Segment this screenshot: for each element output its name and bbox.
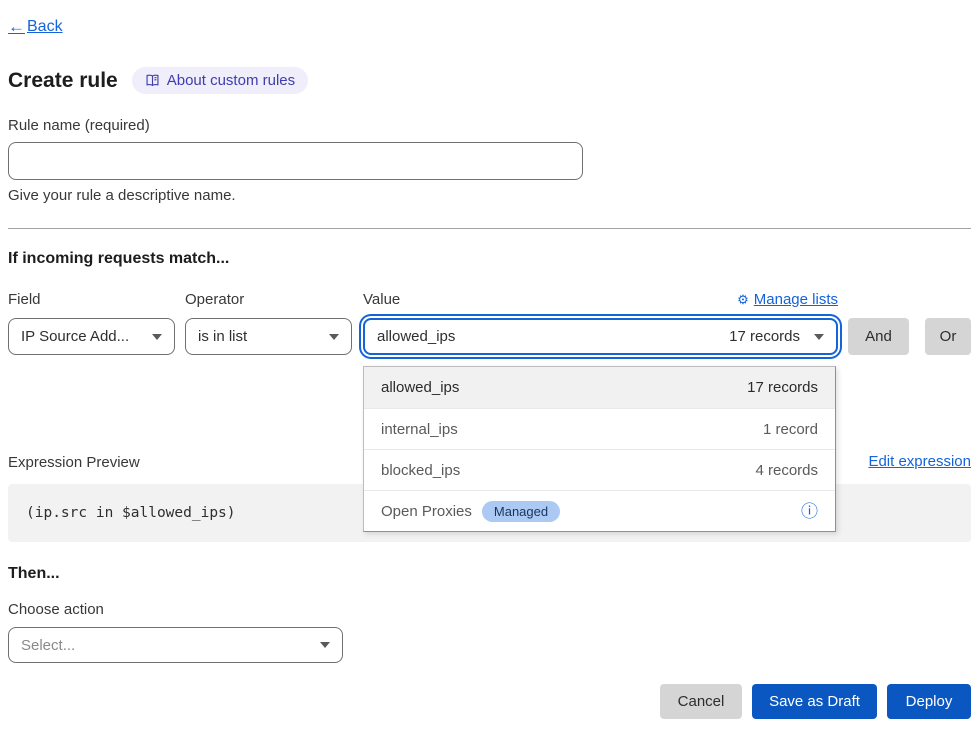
list-item-allowed-ips[interactable]: allowed_ips 17 records (364, 367, 835, 408)
save-as-draft-button[interactable]: Save as Draft (752, 684, 877, 719)
list-name: blocked_ips (381, 462, 460, 479)
action-select-placeholder: Select... (21, 637, 75, 654)
cancel-button[interactable]: Cancel (660, 684, 742, 719)
operator-label: Operator (185, 291, 244, 308)
manage-lists-link[interactable]: ⚙ Manage lists (728, 291, 838, 308)
info-icon[interactable]: ⓘ (801, 503, 818, 520)
list-item-blocked-ips[interactable]: blocked_ips 4 records (364, 449, 835, 490)
rule-name-helper-text: Give your rule a descriptive name. (8, 187, 236, 204)
create-rule-page: ← Back Create rule About custom rules Ru… (0, 0, 979, 739)
value-select[interactable]: allowed_ips 17 records (363, 318, 838, 355)
value-select-value: allowed_ips (377, 328, 455, 345)
section-divider (8, 228, 971, 229)
list-record-count: 4 records (755, 462, 818, 479)
chevron-down-icon (329, 334, 339, 340)
chevron-down-icon (814, 334, 824, 340)
expression-code: (ip.src in $allowed_ips) (26, 505, 236, 521)
rule-name-input[interactable] (8, 142, 583, 180)
operator-select[interactable]: is in list (185, 318, 352, 355)
match-section-heading: If incoming requests match... (8, 250, 229, 268)
title-row: Create rule About custom rules (8, 67, 308, 94)
list-item-open-proxies[interactable]: Open Proxies Managed ⓘ (364, 490, 835, 531)
and-button[interactable]: And (848, 318, 909, 355)
operator-select-value: is in list (198, 328, 247, 345)
or-button[interactable]: Or (925, 318, 971, 355)
value-select-record-count: 17 records (729, 328, 800, 345)
manage-lists-label: Manage lists (754, 291, 838, 308)
value-dropdown-panel: allowed_ips 17 records internal_ips 1 re… (363, 366, 836, 532)
deploy-button[interactable]: Deploy (887, 684, 971, 719)
back-label: Back (27, 18, 63, 36)
expression-preview-label: Expression Preview (8, 454, 140, 471)
field-select-value: IP Source Add... (21, 328, 129, 345)
list-record-count: 1 record (763, 421, 818, 438)
list-item-internal-ips[interactable]: internal_ips 1 record (364, 408, 835, 449)
action-select[interactable]: Select... (8, 627, 343, 663)
rule-name-label: Rule name (required) (8, 117, 150, 134)
choose-action-label: Choose action (8, 601, 104, 618)
gear-icon: ⚙ (737, 292, 749, 308)
list-record-count: 17 records (747, 379, 818, 396)
chevron-down-icon (152, 334, 162, 340)
list-name: internal_ips (381, 421, 458, 438)
about-custom-rules-link[interactable]: About custom rules (132, 67, 308, 94)
field-select[interactable]: IP Source Add... (8, 318, 175, 355)
edit-expression-link[interactable]: Edit expression (868, 453, 971, 470)
about-custom-rules-label: About custom rules (167, 72, 295, 89)
chevron-down-icon (320, 642, 330, 648)
back-link[interactable]: ← Back (8, 17, 63, 37)
managed-badge: Managed (482, 501, 560, 522)
book-icon (145, 73, 160, 88)
value-label: Value (363, 291, 400, 308)
back-arrow-icon: ← (8, 17, 25, 37)
list-name: allowed_ips (381, 379, 459, 396)
list-name: Open Proxies (381, 503, 472, 520)
then-section-heading: Then... (8, 565, 60, 583)
page-title: Create rule (8, 69, 118, 93)
field-label: Field (8, 291, 41, 308)
